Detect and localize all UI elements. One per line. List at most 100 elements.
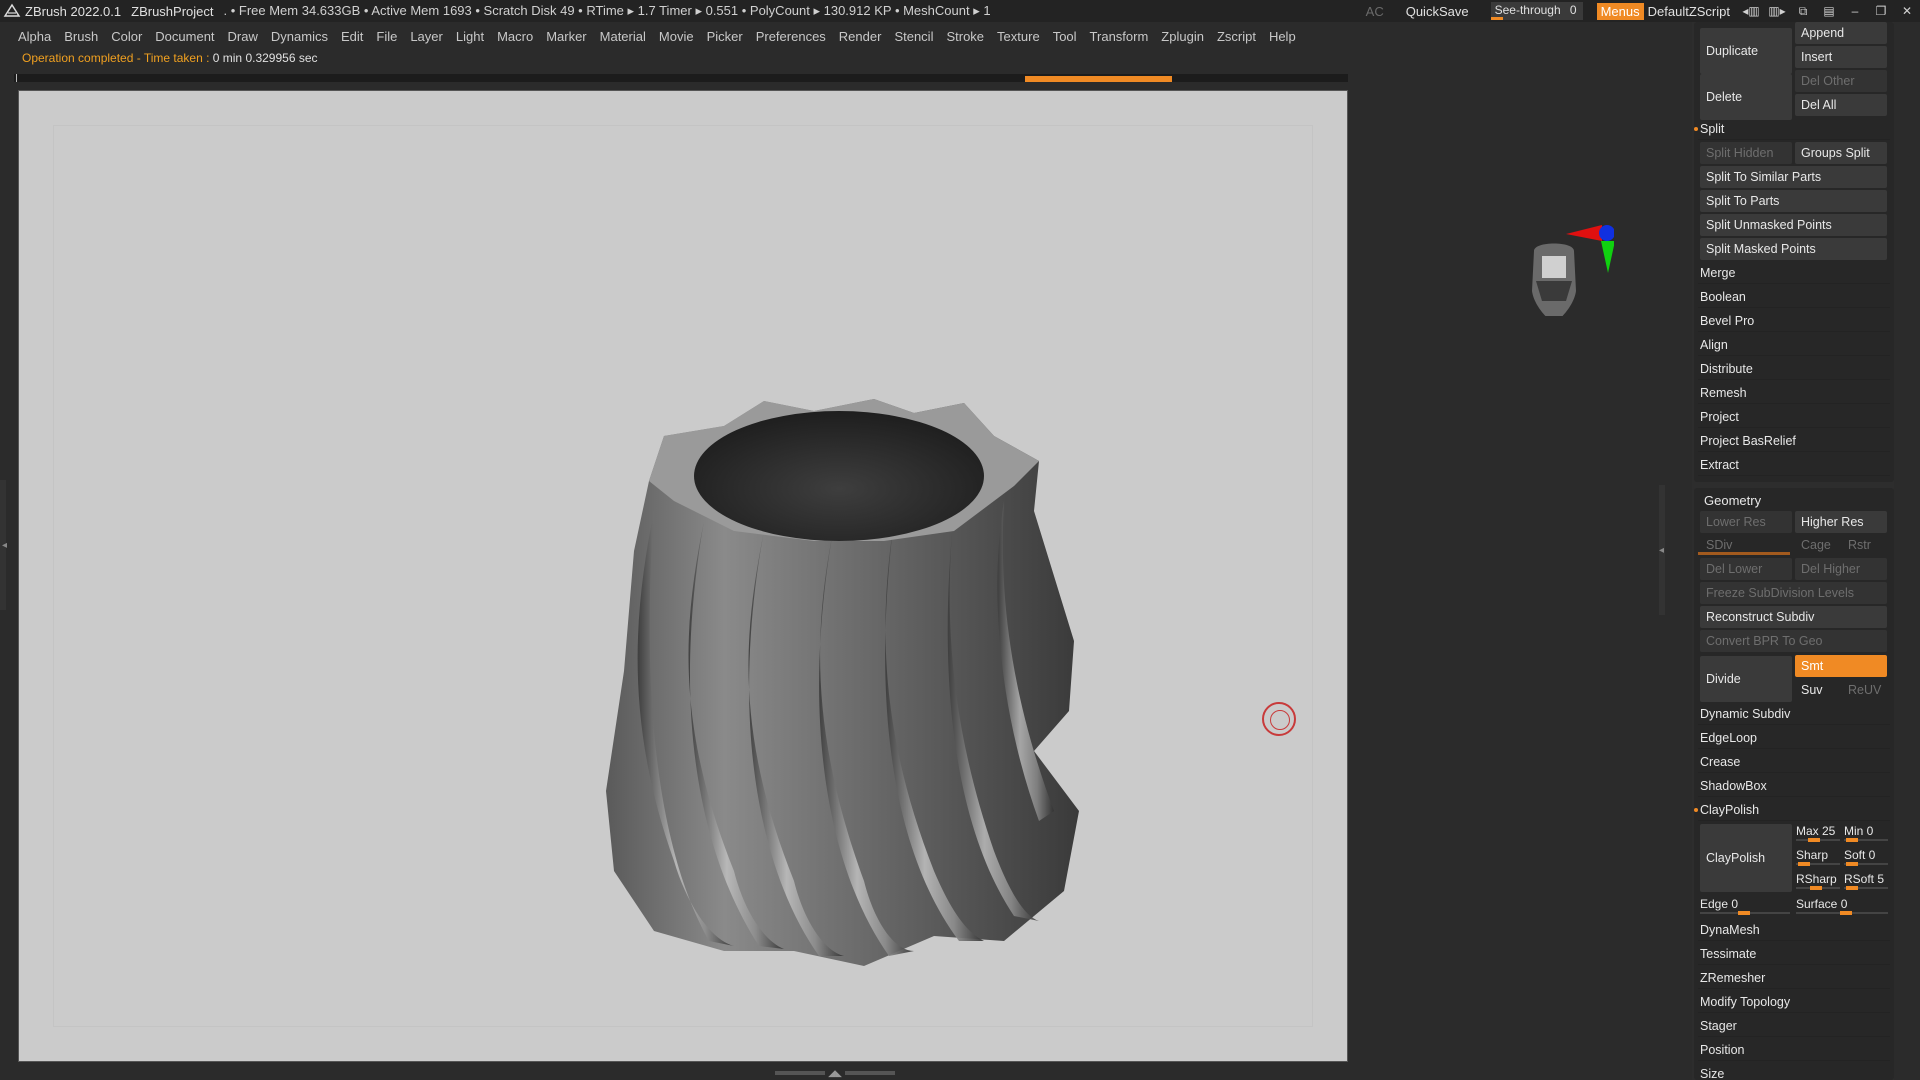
subpalette-align[interactable]: Align [1698, 334, 1890, 356]
menu-macro[interactable]: Macro [497, 29, 533, 44]
subpalette-distribute[interactable]: Distribute [1698, 358, 1890, 380]
lower-res-button[interactable]: Lower Res [1700, 511, 1792, 533]
claypolish-button[interactable]: ClayPolish [1700, 824, 1792, 892]
append-button[interactable]: Append [1795, 22, 1887, 44]
menu-picker[interactable]: Picker [707, 29, 743, 44]
minimize-icon[interactable]: ‒ [1842, 0, 1868, 22]
menu-texture[interactable]: Texture [997, 29, 1040, 44]
right-tray-arrow-icon[interactable]: ◂ [1659, 545, 1664, 556]
reuv-button[interactable]: ReUV [1842, 679, 1887, 701]
soft-slider[interactable]: Soft 0 [1844, 846, 1888, 866]
subpalette-extract[interactable]: Extract [1698, 454, 1890, 476]
document-canvas[interactable] [18, 90, 1614, 1062]
menu-help[interactable]: Help [1269, 29, 1296, 44]
navigation-head-gizmo[interactable] [1514, 211, 1614, 316]
split-masked-points-button[interactable]: Split Masked Points [1700, 238, 1887, 260]
swap-ui-icon[interactable]: ▤ [1816, 0, 1842, 22]
default-zscript-button[interactable]: DefaultZScript [1648, 4, 1730, 19]
split-hidden-button[interactable]: Split Hidden [1700, 142, 1792, 164]
menu-tool[interactable]: Tool [1053, 29, 1077, 44]
quicksave-button[interactable]: QuickSave [1406, 4, 1469, 19]
menu-color[interactable]: Color [111, 29, 142, 44]
floating-palette-icon[interactable]: ⧉ [1790, 0, 1816, 22]
subpalette-merge[interactable]: Merge [1698, 262, 1890, 284]
menu-preferences[interactable]: Preferences [756, 29, 826, 44]
close-icon[interactable]: ✕ [1894, 0, 1920, 22]
bottom-tray-handle[interactable]: ◢◣ [770, 1068, 900, 1079]
rsoft-slider[interactable]: RSoft 5 [1844, 870, 1888, 890]
subpalette-modify-topology[interactable]: Modify Topology [1698, 991, 1890, 1013]
twisted-vase-mesh[interactable] [594, 391, 1184, 981]
subpalette-stager[interactable]: Stager [1698, 1015, 1890, 1037]
groups-split-button[interactable]: Groups Split [1795, 142, 1887, 164]
menu-document[interactable]: Document [155, 29, 214, 44]
menu-zplugin[interactable]: Zplugin [1161, 29, 1204, 44]
menu-edit[interactable]: Edit [341, 29, 363, 44]
duplicate-button[interactable]: Duplicate [1700, 28, 1792, 74]
layout-left-icon[interactable]: ◂▥ [1738, 0, 1764, 22]
cage-button[interactable]: Cage [1795, 534, 1840, 556]
geometry-header[interactable]: Geometry [1704, 493, 1761, 508]
insert-button[interactable]: Insert [1795, 46, 1887, 68]
sharp-slider[interactable]: Sharp [1796, 846, 1840, 866]
min-slider[interactable]: Min 0 [1844, 822, 1888, 842]
subpalette-dynamesh[interactable]: DynaMesh [1698, 919, 1890, 941]
del-other-button[interactable]: Del Other [1795, 70, 1887, 92]
del-higher-button[interactable]: Del Higher [1795, 558, 1887, 580]
menus-button[interactable]: Menus [1596, 2, 1644, 20]
menu-render[interactable]: Render [839, 29, 882, 44]
menu-material[interactable]: Material [600, 29, 646, 44]
layout-right-icon[interactable]: ▥▸ [1764, 0, 1790, 22]
menu-file[interactable]: File [376, 29, 397, 44]
see-through-slider[interactable]: See-through 0 [1490, 2, 1583, 20]
edge-slider[interactable]: Edge 0 [1700, 895, 1790, 915]
del-lower-button[interactable]: Del Lower [1700, 558, 1792, 580]
reconstruct-subdiv-button[interactable]: Reconstruct Subdiv [1700, 606, 1887, 628]
smt-toggle[interactable]: Smt [1795, 655, 1887, 677]
subpalette-remesh[interactable]: Remesh [1698, 382, 1890, 404]
higher-res-button[interactable]: Higher Res [1795, 511, 1887, 533]
split-subpalette[interactable]: Split [1694, 118, 1890, 140]
surface-slider[interactable]: Surface 0 [1796, 895, 1888, 915]
subpalette-project[interactable]: Project [1698, 406, 1890, 428]
rsharp-slider[interactable]: RSharp [1796, 870, 1840, 890]
subpalette-dynamic-subdiv[interactable]: Dynamic Subdiv [1698, 703, 1890, 725]
restore-icon[interactable]: ❐ [1868, 0, 1894, 22]
menu-movie[interactable]: Movie [659, 29, 694, 44]
menu-draw[interactable]: Draw [228, 29, 258, 44]
subpalette-edgeloop[interactable]: EdgeLoop [1698, 727, 1890, 749]
delete-button[interactable]: Delete [1700, 74, 1792, 120]
split-to-similar-parts-button[interactable]: Split To Similar Parts [1700, 166, 1887, 188]
subpalette-zremesher[interactable]: ZRemesher [1698, 967, 1890, 989]
ac-toggle[interactable]: AC [1366, 4, 1384, 19]
split-to-parts-button[interactable]: Split To Parts [1700, 190, 1887, 212]
freeze-subdivision-levels-button[interactable]: Freeze SubDivision Levels [1700, 582, 1887, 604]
claypolish-subpalette[interactable]: ClayPolish [1694, 799, 1890, 821]
rstr-button[interactable]: Rstr [1842, 534, 1887, 556]
menu-transform[interactable]: Transform [1090, 29, 1149, 44]
left-tray-arrow-icon[interactable]: ◂ [2, 540, 7, 551]
subpalette-position[interactable]: Position [1698, 1039, 1890, 1061]
bottom-tray-arrow-icon[interactable]: ◢◣ [828, 1068, 842, 1079]
subpalette-bevel-pro[interactable]: Bevel Pro [1698, 310, 1890, 332]
menu-layer[interactable]: Layer [410, 29, 443, 44]
menu-stroke[interactable]: Stroke [946, 29, 984, 44]
subpalette-project-basrelief[interactable]: Project BasRelief [1698, 430, 1890, 452]
suv-toggle[interactable]: Suv [1795, 679, 1840, 701]
menu-zscript[interactable]: Zscript [1217, 29, 1256, 44]
menu-brush[interactable]: Brush [64, 29, 98, 44]
subpalette-crease[interactable]: Crease [1698, 751, 1890, 773]
subpalette-size[interactable]: Size [1698, 1063, 1890, 1080]
del-all-button[interactable]: Del All [1795, 94, 1887, 116]
menu-marker[interactable]: Marker [546, 29, 586, 44]
menu-light[interactable]: Light [456, 29, 484, 44]
menu-alpha[interactable]: Alpha [18, 29, 51, 44]
subpalette-tessimate[interactable]: Tessimate [1698, 943, 1890, 965]
menu-dynamics[interactable]: Dynamics [271, 29, 328, 44]
menu-stencil[interactable]: Stencil [894, 29, 933, 44]
subpalette-shadowbox[interactable]: ShadowBox [1698, 775, 1890, 797]
split-unmasked-points-button[interactable]: Split Unmasked Points [1700, 214, 1887, 236]
subpalette-boolean[interactable]: Boolean [1698, 286, 1890, 308]
max-slider[interactable]: Max 25 [1796, 822, 1840, 842]
convert-bpr-to-geo-button[interactable]: Convert BPR To Geo [1700, 630, 1887, 652]
